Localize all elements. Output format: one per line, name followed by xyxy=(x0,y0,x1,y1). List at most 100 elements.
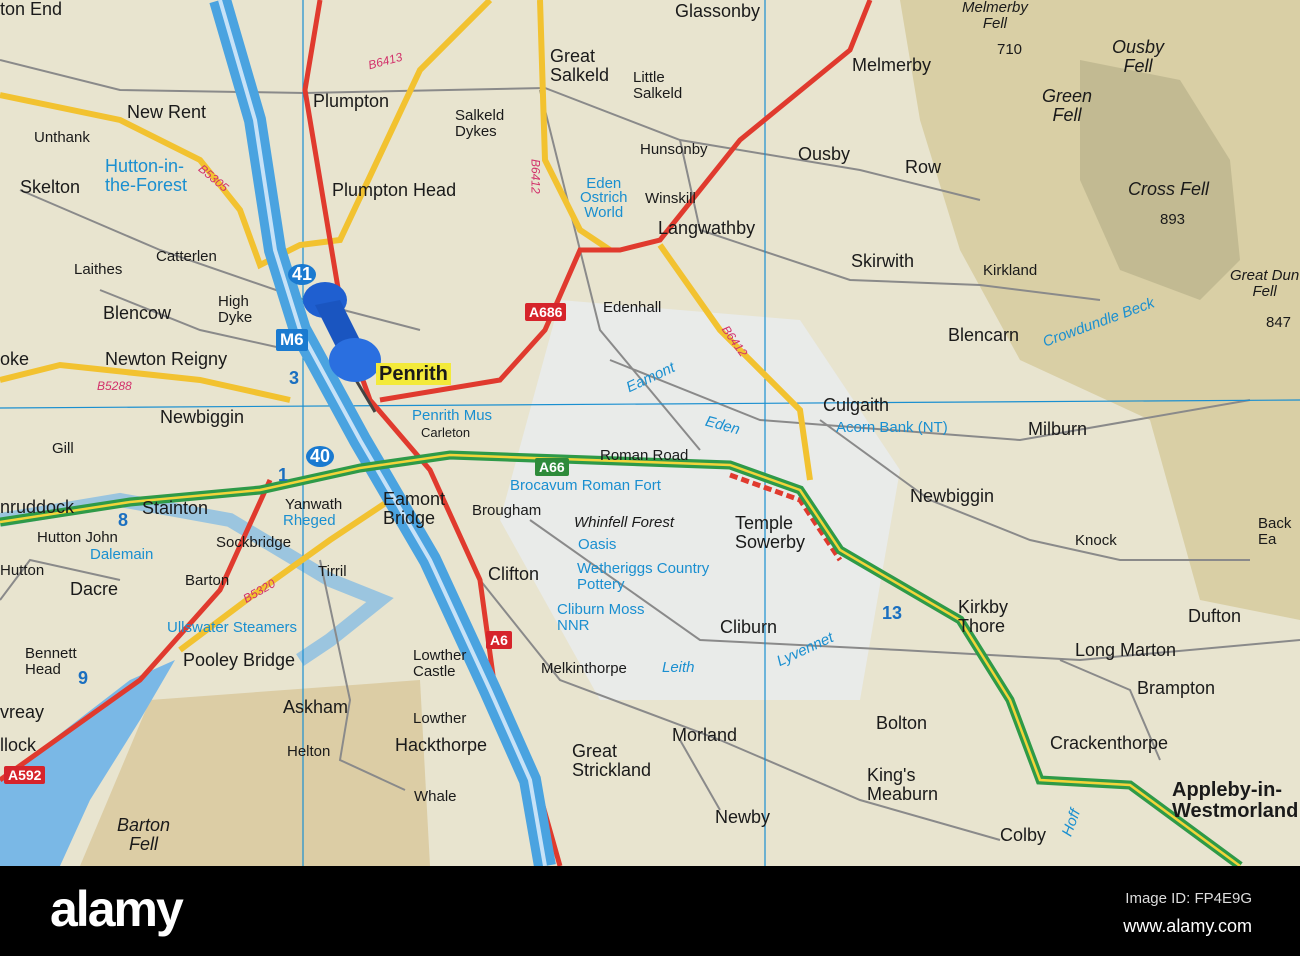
place-label: vreay xyxy=(0,702,45,722)
place-label: oke xyxy=(0,349,30,369)
place-label: Lowther xyxy=(413,710,467,727)
place-label: Langwathby xyxy=(658,218,756,238)
attraction-label: Eden Ostrich World xyxy=(580,175,628,221)
town-label-appleby: Appleby-in- Westmorland xyxy=(1172,779,1299,822)
place-label: Blencow xyxy=(103,303,172,323)
place-label: Newbiggin xyxy=(910,486,995,506)
place-label: Plumpton xyxy=(313,91,390,111)
place-label: Crackenthorpe xyxy=(1050,733,1169,753)
road-badge-a6: A6 xyxy=(486,631,512,649)
place-label: Row xyxy=(905,157,942,177)
town-label-penrith: Penrith xyxy=(376,363,451,385)
fell-label: Ousby Fell xyxy=(1112,37,1165,76)
junction-8: 8 xyxy=(118,510,129,530)
road-badge-a686: A686 xyxy=(525,303,567,321)
place-label: Salkeld Dykes xyxy=(455,107,505,140)
fell-label: Melmerby Fell xyxy=(962,0,1028,32)
junction-9: 9 xyxy=(78,668,89,688)
road-badge-a66: A66 xyxy=(535,458,569,476)
road-map[interactable]: ton End Glassonby Great Salkeld Little S… xyxy=(0,0,1300,866)
place-label: Hutton xyxy=(0,562,45,579)
place-label: Dacre xyxy=(70,579,119,599)
junction-13: 13 xyxy=(882,603,903,623)
river-label: Leith xyxy=(662,659,695,676)
place-label: Laithes xyxy=(74,261,123,278)
footer-bar: alamy Image ID: FP4E9G www.alamy.com xyxy=(0,866,1300,956)
place-label: Little Salkeld xyxy=(633,69,683,102)
place-label: Catterlen xyxy=(156,248,217,265)
fell-label: Barton Fell xyxy=(117,815,171,854)
place-label: llock xyxy=(0,735,37,755)
place-label: Plumpton Head xyxy=(332,180,457,200)
place-label: Ousby xyxy=(798,144,851,164)
place-label: Newby xyxy=(715,807,771,827)
place-label: Whale xyxy=(414,788,457,805)
place-label: High Dyke xyxy=(218,293,253,326)
place-label: Winskill xyxy=(645,190,696,207)
fell-label: Great Dun Fell xyxy=(1230,267,1300,300)
place-label: Milburn xyxy=(1028,419,1088,439)
place-label: Yanwath xyxy=(285,496,343,513)
road-number: B6412 xyxy=(528,158,543,194)
spot-height: 893 xyxy=(1160,211,1186,228)
attraction-label: Penrith Mus xyxy=(412,407,493,424)
attraction-label: Ullswater Steamers xyxy=(167,619,298,636)
attraction-label: Hutton-in- the-Forest xyxy=(105,156,188,195)
attraction-label: Dalemain xyxy=(90,546,154,563)
site-url: www.alamy.com xyxy=(1123,916,1252,936)
forest-label: Whinfell Forest xyxy=(574,514,675,531)
place-label: Unthank xyxy=(34,129,90,146)
place-label: Helton xyxy=(287,743,331,760)
place-label: Back Ea xyxy=(1258,515,1292,548)
place-label: Skirwith xyxy=(851,251,915,271)
place-label: Hutton John xyxy=(37,529,118,546)
place-label: Blencarn xyxy=(948,325,1020,345)
road-badge-m6: M6 xyxy=(276,329,308,351)
place-label: Lowther Castle xyxy=(413,647,467,680)
place-label: Cliburn xyxy=(720,617,778,637)
spot-height: 847 xyxy=(1266,314,1292,331)
junction-40: 40 xyxy=(306,446,335,467)
place-label: Kirkland xyxy=(983,262,1038,279)
attraction-label: Wetheriggs Country Pottery xyxy=(577,560,710,593)
place-label: Eamont Bridge xyxy=(383,489,446,528)
place-label: Newton Reigny xyxy=(105,349,228,369)
place-label: Temple Sowerby xyxy=(735,513,806,552)
place-label: Brougham xyxy=(472,502,542,519)
road-number: B5288 xyxy=(97,379,132,393)
place-label: Bolton xyxy=(876,713,928,733)
road-badge-a592: A592 xyxy=(4,766,46,784)
place-label: Hackthorpe xyxy=(395,735,488,755)
place-label: Carleton xyxy=(421,425,471,440)
fell-label: Green Fell xyxy=(1042,86,1093,125)
place-label: Clifton xyxy=(488,564,540,584)
place-label: Newbiggin xyxy=(160,407,245,427)
place-label: Skelton xyxy=(20,177,81,197)
spot-height: 710 xyxy=(997,41,1023,58)
place-label: Culgaith xyxy=(823,395,890,415)
attraction-label: Rheged xyxy=(283,512,336,529)
alamy-logo: alamy xyxy=(50,881,184,937)
junction-1: 1 xyxy=(278,465,289,485)
place-label: Edenhall xyxy=(603,299,662,316)
place-label: Melmerby xyxy=(852,55,932,75)
place-label: Gill xyxy=(52,440,74,457)
place-label: King's Meaburn xyxy=(867,765,939,804)
place-label: Hunsonby xyxy=(640,141,708,158)
attraction-label: Acorn Bank (NT) xyxy=(836,419,948,436)
place-label: Brampton xyxy=(1137,678,1216,698)
place-label: Long Marton xyxy=(1075,640,1177,660)
junction-3: 3 xyxy=(289,368,300,388)
place-label: Great Salkeld xyxy=(550,46,610,85)
place-label: Askham xyxy=(283,697,349,717)
place-label: Sockbridge xyxy=(216,534,292,551)
place-label: Barton xyxy=(185,572,230,589)
place-label: Morland xyxy=(672,725,738,745)
fell-label: Cross Fell xyxy=(1128,179,1210,199)
junction-41: 41 xyxy=(288,264,317,285)
place-label: Kirkby Thore xyxy=(958,597,1009,636)
place-label: Stainton xyxy=(142,498,209,518)
place-label: Colby xyxy=(1000,825,1047,845)
attraction-label: Oasis xyxy=(578,536,617,553)
place-label: Pooley Bridge xyxy=(183,650,296,670)
